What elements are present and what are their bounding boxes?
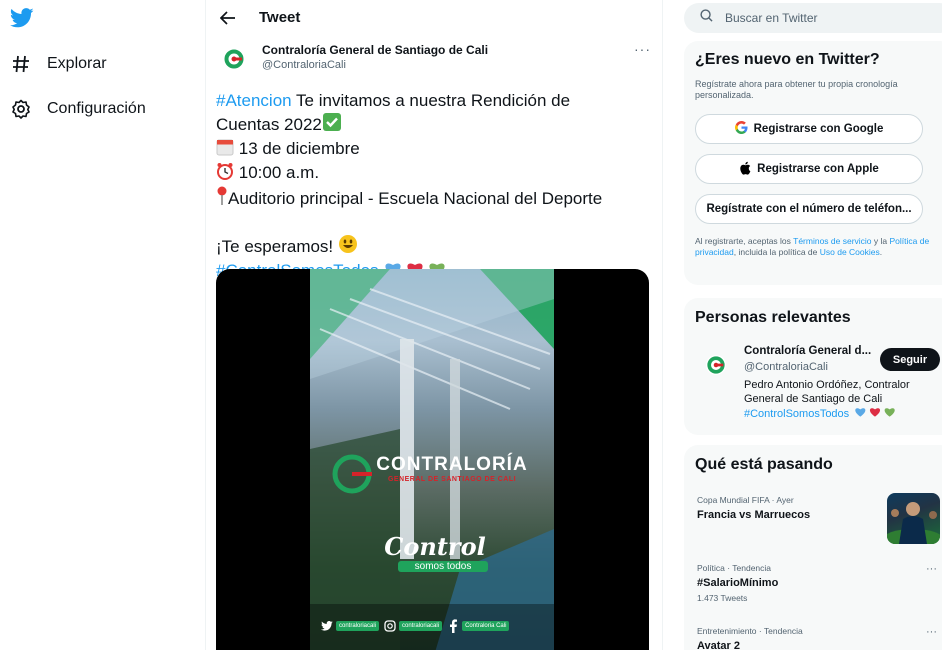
nav-item-configuracion[interactable]: Configuración xyxy=(10,94,146,124)
avatar[interactable] xyxy=(223,48,245,70)
trend-name: #SalarioMínimo xyxy=(697,577,779,589)
closing-text: ¡Te esperamos! xyxy=(216,237,334,256)
facebook-icon xyxy=(446,618,459,633)
event-time: 10:00 a.m. xyxy=(238,163,320,182)
campaign-logo-text: Control xyxy=(384,532,486,561)
check-mark-icon xyxy=(322,112,342,138)
social-label: contraloriacali xyxy=(336,620,380,631)
more-options-icon[interactable]: ··· xyxy=(926,563,937,575)
social-label: contraloriacali xyxy=(399,620,443,631)
calendar-icon xyxy=(216,138,234,162)
brand-block: CONTRALORÍA GENERAL DE SANTIAGO DE CALI xyxy=(310,454,554,483)
hashtag-icon xyxy=(10,53,32,75)
instagram-icon xyxy=(383,619,396,632)
hashtag-link[interactable]: #Atencion xyxy=(216,91,292,110)
terms-link[interactable]: Términos de servicio xyxy=(793,236,871,246)
terms-mid2: , incluida la política de xyxy=(733,247,820,257)
event-date: 13 de diciembre xyxy=(238,139,360,158)
brand-subtitle: GENERAL DE SANTIAGO DE CALI xyxy=(387,476,517,483)
smiley-icon xyxy=(338,234,358,260)
trend-item[interactable]: Política · Tendencia #SalarioMínimo 1.47… xyxy=(697,563,937,603)
signup-apple-button[interactable]: Registrarse con Apple xyxy=(695,154,923,184)
search-input[interactable] xyxy=(725,11,925,25)
social-facebook: Contraloria Cali xyxy=(446,618,510,633)
button-label: Registrarse con Google xyxy=(753,123,884,135)
nav-label: Configuración xyxy=(47,100,146,117)
terms-prefix: Al registrarte, aceptas los xyxy=(695,236,794,246)
trend-thumbnail[interactable] xyxy=(887,493,940,544)
left-navigation: Explorar Configuración xyxy=(0,0,205,650)
tweet-text-part: Te invitamos a nuestra Rendición de xyxy=(291,91,571,110)
trend-meta: Política · Tendencia xyxy=(697,563,772,573)
twitter-icon xyxy=(320,619,333,632)
nav-label: Explorar xyxy=(47,55,107,72)
trends-title: Qué está pasando xyxy=(695,456,833,473)
search-icon xyxy=(700,9,713,27)
terms-mid: y la xyxy=(871,236,890,246)
trend-count: 1.473 Tweets xyxy=(697,593,748,603)
signup-subtitle: Regístrate ahora para obtener tu propia … xyxy=(695,79,898,100)
nav-item-explorar[interactable]: Explorar xyxy=(10,49,107,79)
cookies-link[interactable]: Uso de Cookies xyxy=(820,247,880,257)
social-twitter: contraloriacali xyxy=(320,619,380,632)
trend-item[interactable]: Entretenimiento · Tendencia Avatar 2 ··· xyxy=(697,626,937,650)
bio-text: Pedro Antonio Ordóñez, Contralor General… xyxy=(744,379,910,405)
follow-button[interactable]: Seguir xyxy=(880,348,940,371)
relevant-people-card: Personas relevantes Contraloría General … xyxy=(684,298,942,435)
tweet-text: #Atencion Te invitamos a nuestra Rendici… xyxy=(216,90,656,284)
divider xyxy=(662,0,663,650)
campaign-logo-subtext: somos todos xyxy=(398,561,488,572)
person-bio: Pedro Antonio Ordóñez, Contralor General… xyxy=(744,378,924,421)
social-handles: contraloriacali contraloriacali Contralo… xyxy=(320,618,550,633)
hearts-icon xyxy=(852,408,898,420)
right-sidebar: ¿Eres nuevo en Twitter? Regístrate ahora… xyxy=(684,0,942,650)
media-frame: CONTRALORÍA GENERAL DE SANTIAGO DE CALI … xyxy=(310,269,554,650)
button-label: Registrarse con Apple xyxy=(757,163,879,175)
signup-google-button[interactable]: Registrarse con Google xyxy=(695,114,923,144)
event-place: Auditorio principal - Escuela Nacional d… xyxy=(228,189,603,208)
apple-icon xyxy=(739,161,751,178)
alarm-clock-icon xyxy=(216,162,234,186)
more-options-icon[interactable]: ··· xyxy=(926,626,937,638)
search-bar[interactable] xyxy=(684,3,942,33)
person-name[interactable]: Contraloría General d... xyxy=(744,345,871,357)
more-options-icon[interactable]: ··· xyxy=(634,41,651,57)
trend-name: Avatar 2 xyxy=(697,640,741,650)
tweet-text-part: Cuentas 2022 xyxy=(216,115,322,134)
twitter-logo-icon[interactable] xyxy=(9,8,34,28)
hashtag-link[interactable]: #ControlSomosTodos xyxy=(744,408,849,420)
relevant-title: Personas relevantes xyxy=(695,309,851,326)
gear-icon xyxy=(10,98,32,120)
social-label: Contraloria Cali xyxy=(462,620,510,631)
pin-icon xyxy=(216,186,228,212)
author-name[interactable]: Contraloría General de Santiago de Cali xyxy=(262,43,488,57)
signup-card: ¿Eres nuevo en Twitter? Regístrate ahora… xyxy=(684,41,942,285)
tweet-detail: Tweet Contraloría General de Santiago de… xyxy=(206,0,662,650)
terms-text: Al registrarte, aceptas los Términos de … xyxy=(695,236,930,258)
google-icon xyxy=(734,121,748,137)
trends-card: Qué está pasando Copa Mundial FIFA · Aye… xyxy=(684,445,942,650)
social-instagram: contraloriacali xyxy=(383,619,443,632)
avatar[interactable] xyxy=(706,355,726,375)
brand-title: CONTRALORÍA xyxy=(376,454,528,475)
signup-phone-button[interactable]: Regístrate con el número de teléfon... xyxy=(695,194,923,224)
page-title: Tweet xyxy=(259,9,301,26)
signup-title: ¿Eres nuevo en Twitter? xyxy=(695,51,880,68)
author-handle[interactable]: @ContraloriaCali xyxy=(262,59,346,71)
trend-meta: Entretenimiento · Tendencia xyxy=(697,626,803,636)
person-handle[interactable]: @ContraloriaCali xyxy=(744,361,828,373)
tweet-media-video[interactable]: CONTRALORÍA GENERAL DE SANTIAGO DE CALI … xyxy=(216,269,649,650)
back-arrow-icon[interactable] xyxy=(218,8,238,28)
terms-end: . xyxy=(879,247,883,257)
button-label: Regístrate con el número de teléfon... xyxy=(706,203,912,215)
